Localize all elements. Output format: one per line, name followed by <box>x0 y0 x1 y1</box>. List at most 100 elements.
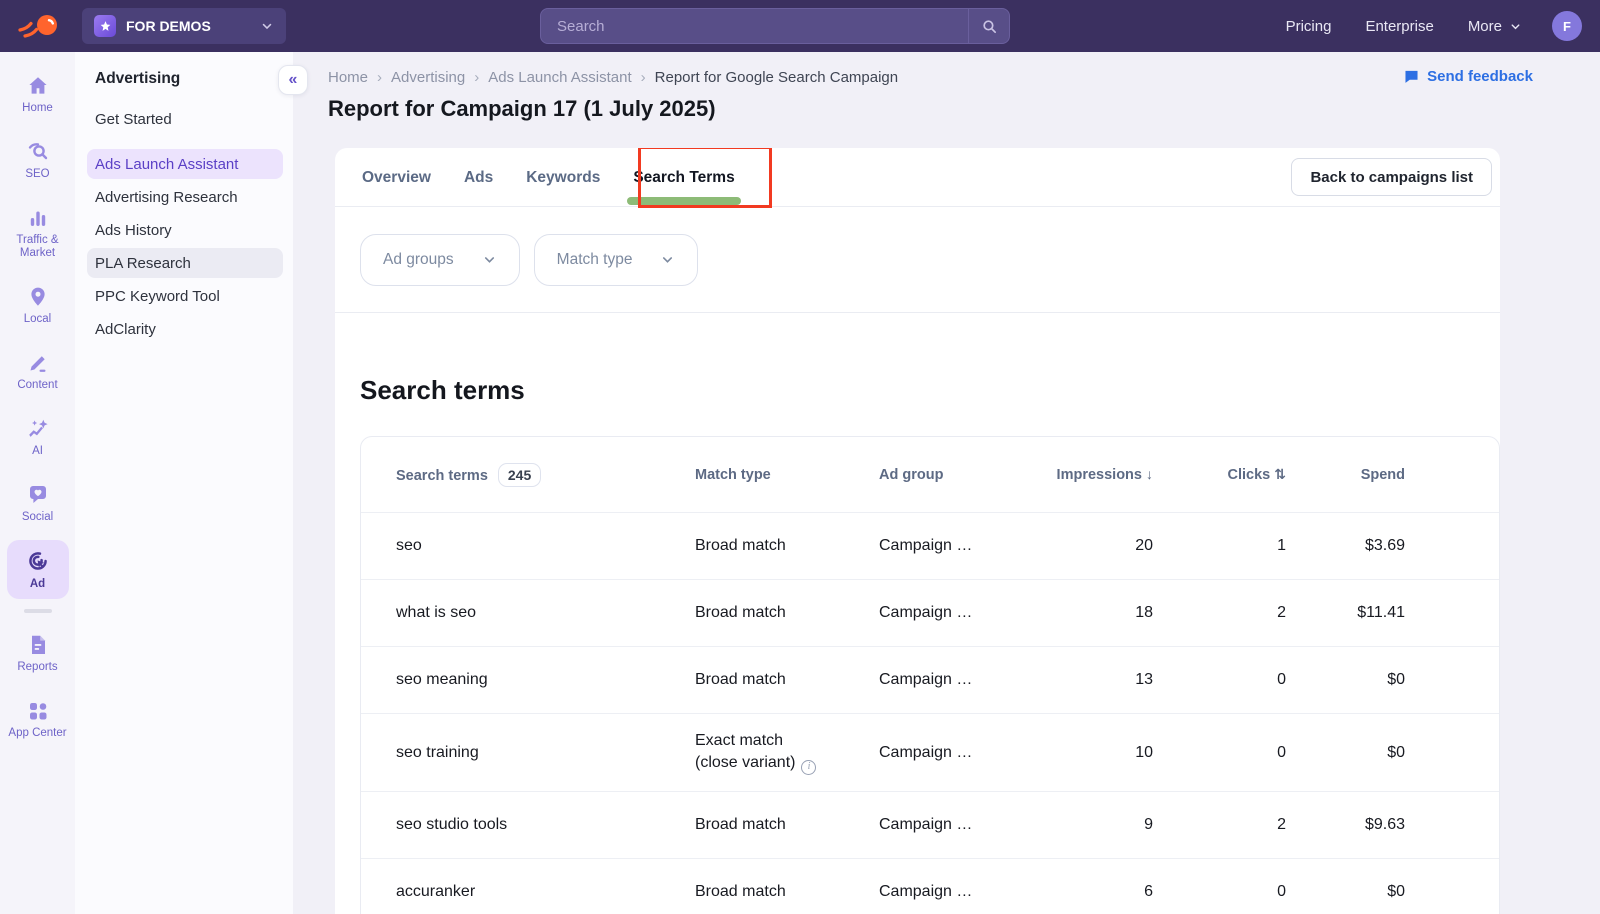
column-impressions[interactable]: Impressions ↓ <box>1029 466 1161 483</box>
spend-cell: $3.69 <box>1294 537 1500 555</box>
match-type-filter[interactable]: Match type <box>534 234 699 286</box>
breadcrumb-ads-launch-assistant[interactable]: Ads Launch Assistant <box>488 69 631 86</box>
search-input[interactable] <box>541 9 968 43</box>
spend-cell: $0 <box>1294 671 1500 689</box>
sidebar-collapse-button[interactable]: « <box>278 65 308 95</box>
sidebar-item-pla-research[interactable]: PLA Research <box>87 248 283 278</box>
clicks-cell: 0 <box>1161 671 1294 689</box>
chevron-down-icon <box>482 252 497 267</box>
column-clicks[interactable]: Clicks ⇅ <box>1161 466 1294 483</box>
feedback-bubble-icon <box>1403 68 1420 85</box>
pencil-icon <box>26 351 50 375</box>
search-button[interactable] <box>969 9 1009 43</box>
search-term-cell: seo studio tools <box>361 816 695 834</box>
back-to-campaigns-button[interactable]: Back to campaigns list <box>1291 158 1492 196</box>
rail-item-traffic-market[interactable]: Traffic & Market <box>7 198 69 269</box>
main-content: Home › Advertising › Ads Launch Assistan… <box>293 52 1600 914</box>
sidebar-item-advertising-research[interactable]: Advertising Research <box>87 182 283 212</box>
match-type-cell: Broad match <box>695 816 879 834</box>
impressions-cell: 10 <box>1029 744 1161 762</box>
rail-item-social[interactable]: Social <box>7 475 69 532</box>
pricing-link[interactable]: Pricing <box>1286 18 1332 35</box>
info-icon[interactable]: i <box>801 760 816 775</box>
spend-cell: $11.41 <box>1294 604 1500 622</box>
sidebar-item-ads-history[interactable]: Ads History <box>87 215 283 245</box>
semrush-logo-icon[interactable] <box>18 11 62 41</box>
rail-item-app-center[interactable]: App Center <box>7 691 69 748</box>
chevron-down-icon <box>260 19 274 33</box>
table-row[interactable]: seo Broad match Campaign … 20 1 $3.69 <box>361 512 1499 579</box>
workspace-switcher[interactable]: FOR DEMOS <box>82 8 286 44</box>
map-pin-icon <box>26 285 50 309</box>
table-row[interactable]: accuranker Broad match Campaign … 6 0 $0 <box>361 858 1499 914</box>
main-nav-rail: Home SEO Traffic & Market Local Content … <box>0 52 75 914</box>
tab-overview[interactable]: Overview <box>362 148 431 207</box>
rail-item-ai[interactable]: AI <box>7 409 69 466</box>
impressions-cell: 6 <box>1029 883 1161 901</box>
rail-item-home[interactable]: Home <box>7 66 69 123</box>
rail-item-seo[interactable]: SEO <box>7 132 69 189</box>
search-terms-section: Search terms Search terms245 Match type … <box>335 313 1500 914</box>
column-search-terms: Search terms245 <box>361 463 695 487</box>
column-match-type: Match type <box>695 467 879 483</box>
sidebar-item-get-started[interactable]: Get Started <box>87 104 283 134</box>
search-term-cell: accuranker <box>361 883 695 901</box>
advertising-sidebar: « Advertising Get Started Ads Launch Ass… <box>75 52 293 914</box>
report-tabs: Overview Ads Keywords Search Terms Back … <box>335 148 1500 207</box>
avatar[interactable]: F <box>1552 11 1582 41</box>
rail-item-local[interactable]: Local <box>7 277 69 334</box>
table-row[interactable]: seo studio tools Broad match Campaign … … <box>361 791 1499 858</box>
impressions-cell: 9 <box>1029 816 1161 834</box>
ad-group-cell: Campaign … <box>879 671 1029 689</box>
tab-ads[interactable]: Ads <box>464 148 493 207</box>
sidebar-item-ppc-keyword-tool[interactable]: PPC Keyword Tool <box>87 281 283 311</box>
ad-groups-filter-label: Ad groups <box>383 251 454 269</box>
enterprise-link[interactable]: Enterprise <box>1365 18 1433 35</box>
bar-chart-icon <box>26 206 50 230</box>
search-term-cell: seo meaning <box>361 671 695 689</box>
tab-search-terms[interactable]: Search Terms <box>633 148 734 207</box>
ad-target-cursor-icon <box>25 548 51 574</box>
sidebar-item-adclarity[interactable]: AdClarity <box>87 314 283 344</box>
clicks-cell: 2 <box>1161 604 1294 622</box>
match-type-cell: Broad match <box>695 883 879 901</box>
ad-group-cell: Campaign … <box>879 744 1029 762</box>
section-title: Search terms <box>360 375 1497 406</box>
send-feedback-link[interactable]: Send feedback <box>1403 68 1533 85</box>
ad-group-cell: Campaign … <box>879 604 1029 622</box>
rail-item-content[interactable]: Content <box>7 343 69 400</box>
rail-divider <box>24 609 52 613</box>
breadcrumb-advertising[interactable]: Advertising <box>391 69 465 86</box>
send-feedback-label: Send feedback <box>1427 68 1533 85</box>
more-menu[interactable]: More <box>1468 18 1522 35</box>
ad-group-cell: Campaign … <box>879 537 1029 555</box>
table-header-row: Search terms245 Match type Ad group Impr… <box>361 437 1499 512</box>
table-row[interactable]: seo training Exact match (close variant)… <box>361 713 1499 791</box>
match-type-cell: Broad match <box>695 671 879 689</box>
sparkles-icon <box>26 417 50 441</box>
sidebar-item-ads-launch-assistant[interactable]: Ads Launch Assistant <box>87 149 283 179</box>
more-menu-label: More <box>1468 18 1502 35</box>
table-row[interactable]: seo meaning Broad match Campaign … 13 0 … <box>361 646 1499 713</box>
chevron-down-icon <box>1509 20 1522 33</box>
rail-item-ad[interactable]: Ad <box>7 540 69 599</box>
table-row[interactable]: what is seo Broad match Campaign … 18 2 … <box>361 579 1499 646</box>
page-title: Report for Campaign 17 (1 July 2025) <box>328 96 716 122</box>
report-panel: Overview Ads Keywords Search Terms Back … <box>335 148 1500 914</box>
app-grid-icon <box>26 699 50 723</box>
tab-keywords[interactable]: Keywords <box>526 148 600 207</box>
seo-magnifier-icon <box>26 140 50 164</box>
breadcrumb-separator: › <box>641 69 646 86</box>
breadcrumb-separator: › <box>474 69 479 86</box>
rail-item-reports[interactable]: Reports <box>7 625 69 682</box>
ad-group-cell: Campaign … <box>879 816 1029 834</box>
ad-groups-filter[interactable]: Ad groups <box>360 234 520 286</box>
clicks-cell: 0 <box>1161 744 1294 762</box>
match-type-filter-label: Match type <box>557 251 633 269</box>
chevron-down-icon <box>660 252 675 267</box>
row-count-badge: 245 <box>498 463 541 487</box>
search-term-cell: what is seo <box>361 604 695 622</box>
search-term-cell: seo <box>361 537 695 555</box>
breadcrumb-home[interactable]: Home <box>328 69 368 86</box>
sidebar-title: Advertising <box>87 70 283 88</box>
